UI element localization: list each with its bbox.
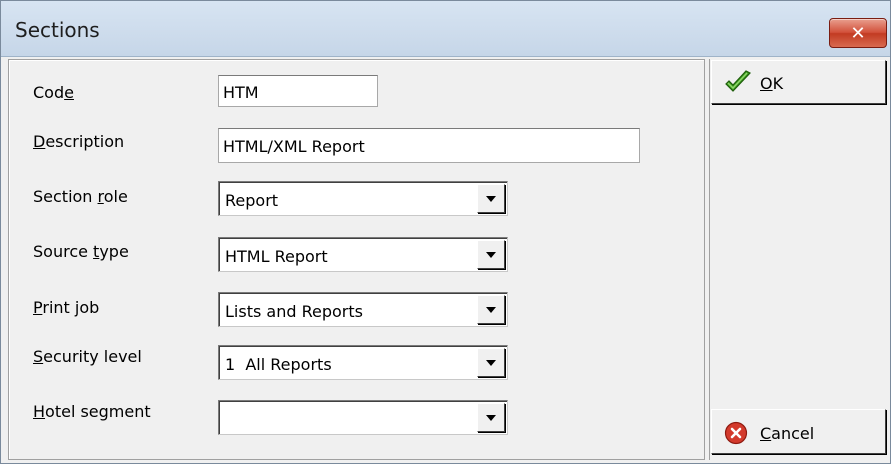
window-title: Sections [15, 18, 100, 42]
code-input[interactable]: HTM [218, 75, 378, 107]
cancel-button[interactable]: Cancel [711, 409, 886, 454]
form-panel: Code HTM Description HTML/XML Report Sec… [8, 59, 705, 460]
section-role-label: Section role [33, 187, 128, 206]
security-level-select[interactable]: 1 All Reports [218, 345, 508, 380]
print-job-label: Print job [33, 298, 100, 317]
green-checkmark-icon [725, 70, 751, 92]
source-type-label: Source type [33, 242, 129, 261]
source-type-value: HTML Report [225, 247, 328, 266]
chevron-down-icon[interactable] [477, 348, 505, 377]
code-label: Code [33, 83, 74, 102]
security-level-value: 1 All Reports [225, 355, 332, 374]
hotel-segment-select[interactable] [218, 400, 508, 435]
source-type-select[interactable]: HTML Report [218, 237, 508, 272]
cancel-label: Cancel [760, 424, 815, 443]
hotel-segment-label: Hotel segment [33, 402, 151, 421]
print-job-value: Lists and Reports [225, 302, 363, 321]
print-job-select[interactable]: Lists and Reports [218, 292, 508, 327]
chevron-down-icon[interactable] [477, 403, 505, 432]
section-role-value: Report [225, 191, 279, 210]
security-level-label: Security level [33, 347, 142, 366]
ok-label: OK [760, 74, 784, 93]
chevron-down-icon[interactable] [477, 184, 505, 213]
chevron-down-icon[interactable] [477, 295, 505, 324]
section-role-select[interactable]: Report [218, 181, 508, 216]
close-button[interactable]: ✕ [829, 18, 887, 48]
close-icon: ✕ [850, 22, 866, 44]
ok-button[interactable]: OK [711, 60, 886, 104]
button-panel: OK Cancel [709, 59, 889, 460]
red-cancel-icon [724, 421, 748, 445]
sections-dialog: Sections ✕ Code HTM Description HTML/XML… [0, 0, 891, 464]
description-label: Description [33, 132, 125, 151]
description-input[interactable]: HTML/XML Report [218, 128, 640, 163]
chevron-down-icon[interactable] [477, 240, 505, 269]
title-bar[interactable]: Sections ✕ [1, 1, 890, 57]
